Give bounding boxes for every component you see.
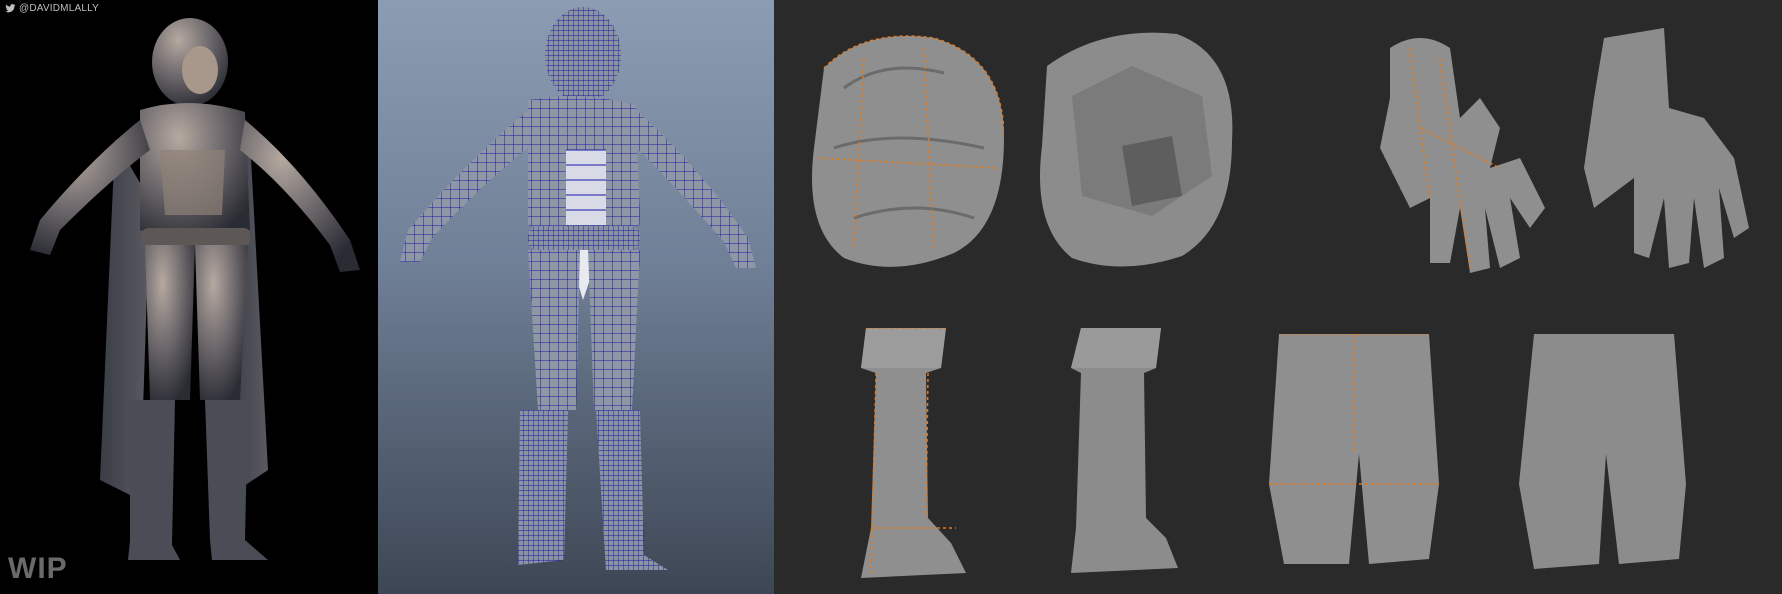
character-sheet: @DAVIDMLALLY WIP (0, 0, 1782, 594)
boot-lowpoly (1071, 328, 1178, 573)
hand-lowpoly (1584, 28, 1749, 268)
hood-sculpt-seamed (812, 35, 1004, 267)
hood-lowpoly (1040, 32, 1233, 267)
pants-lowpoly (1519, 334, 1686, 569)
hand-sculpt-seamed (1380, 38, 1545, 273)
boot-sculpt-seamed (861, 328, 966, 578)
rendered-character-figure (30, 18, 360, 560)
render-panel: @DAVIDMLALLY WIP (0, 0, 378, 594)
parts-panel (774, 0, 1782, 594)
pants-sculpt-seamed (1269, 334, 1439, 564)
wireframe-panel (378, 0, 774, 594)
wireframe-character-figure (400, 7, 756, 570)
wip-label: WIP (8, 552, 68, 585)
